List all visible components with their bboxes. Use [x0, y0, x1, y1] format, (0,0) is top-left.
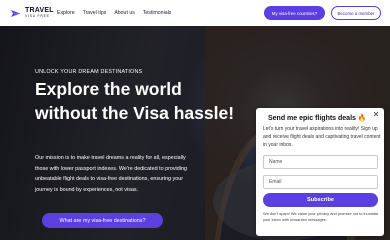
visa-free-countries-button[interactable]: My visa-free countries?	[264, 6, 325, 20]
hero-background-shade	[0, 26, 240, 240]
nav-testimonials[interactable]: Testimonials	[143, 10, 172, 16]
subscribe-popup: Send me epic flights deals 🔥 ✕ Let's tur…	[256, 108, 384, 236]
nav-explore[interactable]: Explore	[57, 10, 75, 16]
name-field[interactable]: Name	[263, 155, 378, 169]
main-nav: Explore Travel tips About us Testimonial…	[57, 10, 179, 16]
hero-headline: Explore the world without the Visa hassl…	[35, 79, 235, 123]
logo-subtitle: VISA FREE	[25, 14, 50, 19]
logo-icon	[9, 7, 22, 20]
privacy-note: We don't spam! We value your privacy and…	[263, 211, 379, 222]
name-placeholder: Name	[269, 159, 283, 165]
become-member-button[interactable]: Become a member	[331, 6, 381, 20]
popup-title: Send me epic flights deals 🔥	[268, 115, 367, 122]
site-header: TRAVEL VISA FREE Explore Travel tips Abo…	[0, 0, 390, 26]
nav-about-us[interactable]: About us	[114, 10, 134, 16]
nav-travel-tips[interactable]: Travel tips	[83, 10, 107, 16]
visa-free-destinations-button[interactable]: What are my visa-free destinations?	[42, 213, 163, 228]
logo-word: TRAVEL	[25, 7, 54, 15]
hero-eyebrow: UNLOCK YOUR DREAM DESTINATIONS	[35, 69, 143, 75]
hero-intro: Our mission is to make travel dreams a r…	[35, 155, 187, 193]
email-placeholder: Email	[269, 179, 282, 185]
subscribe-button[interactable]: Subscribe	[263, 193, 378, 207]
email-field[interactable]: Email	[263, 175, 378, 189]
logo[interactable]: TRAVEL VISA FREE	[9, 6, 54, 20]
popup-description: Let's turn your travel aspirations into …	[263, 126, 381, 148]
close-icon[interactable]: ✕	[372, 111, 380, 119]
